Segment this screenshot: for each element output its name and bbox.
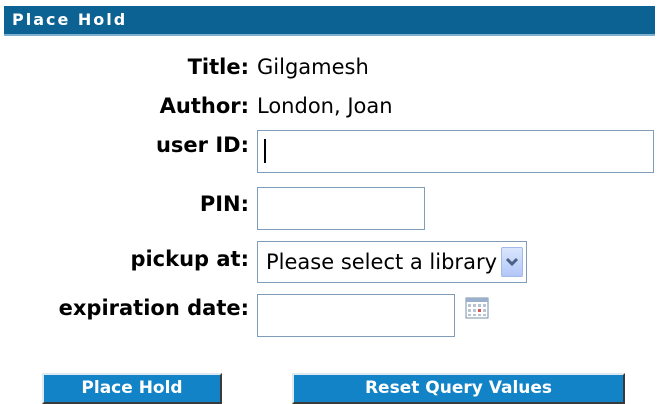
pickup-library-select[interactable]: Please select a library [257,241,527,283]
place-hold-button[interactable]: Place Hold [42,373,222,404]
section-title: Place Hold [12,10,128,29]
title-value: Gilgamesh [257,55,369,79]
text-caret [264,139,266,163]
pickup-label: pickup at: [130,247,249,271]
expiration-date-label: expiration date: [58,296,249,320]
author-label: Author: [159,94,249,118]
user-id-field[interactable] [257,130,654,173]
section-header: Place Hold [4,6,655,36]
expiration-date-field[interactable] [257,294,455,337]
pickup-selected-value: Please select a library [266,250,497,274]
chevron-down-icon[interactable] [501,247,523,277]
user-id-label: user ID: [155,133,249,157]
reset-query-values-button[interactable]: Reset Query Values [292,373,625,404]
pin-label: PIN: [199,192,249,216]
title-label: Title: [187,55,249,79]
pin-field[interactable] [257,187,425,230]
author-value: London, Joan [257,94,393,118]
calendar-icon[interactable] [465,295,491,321]
